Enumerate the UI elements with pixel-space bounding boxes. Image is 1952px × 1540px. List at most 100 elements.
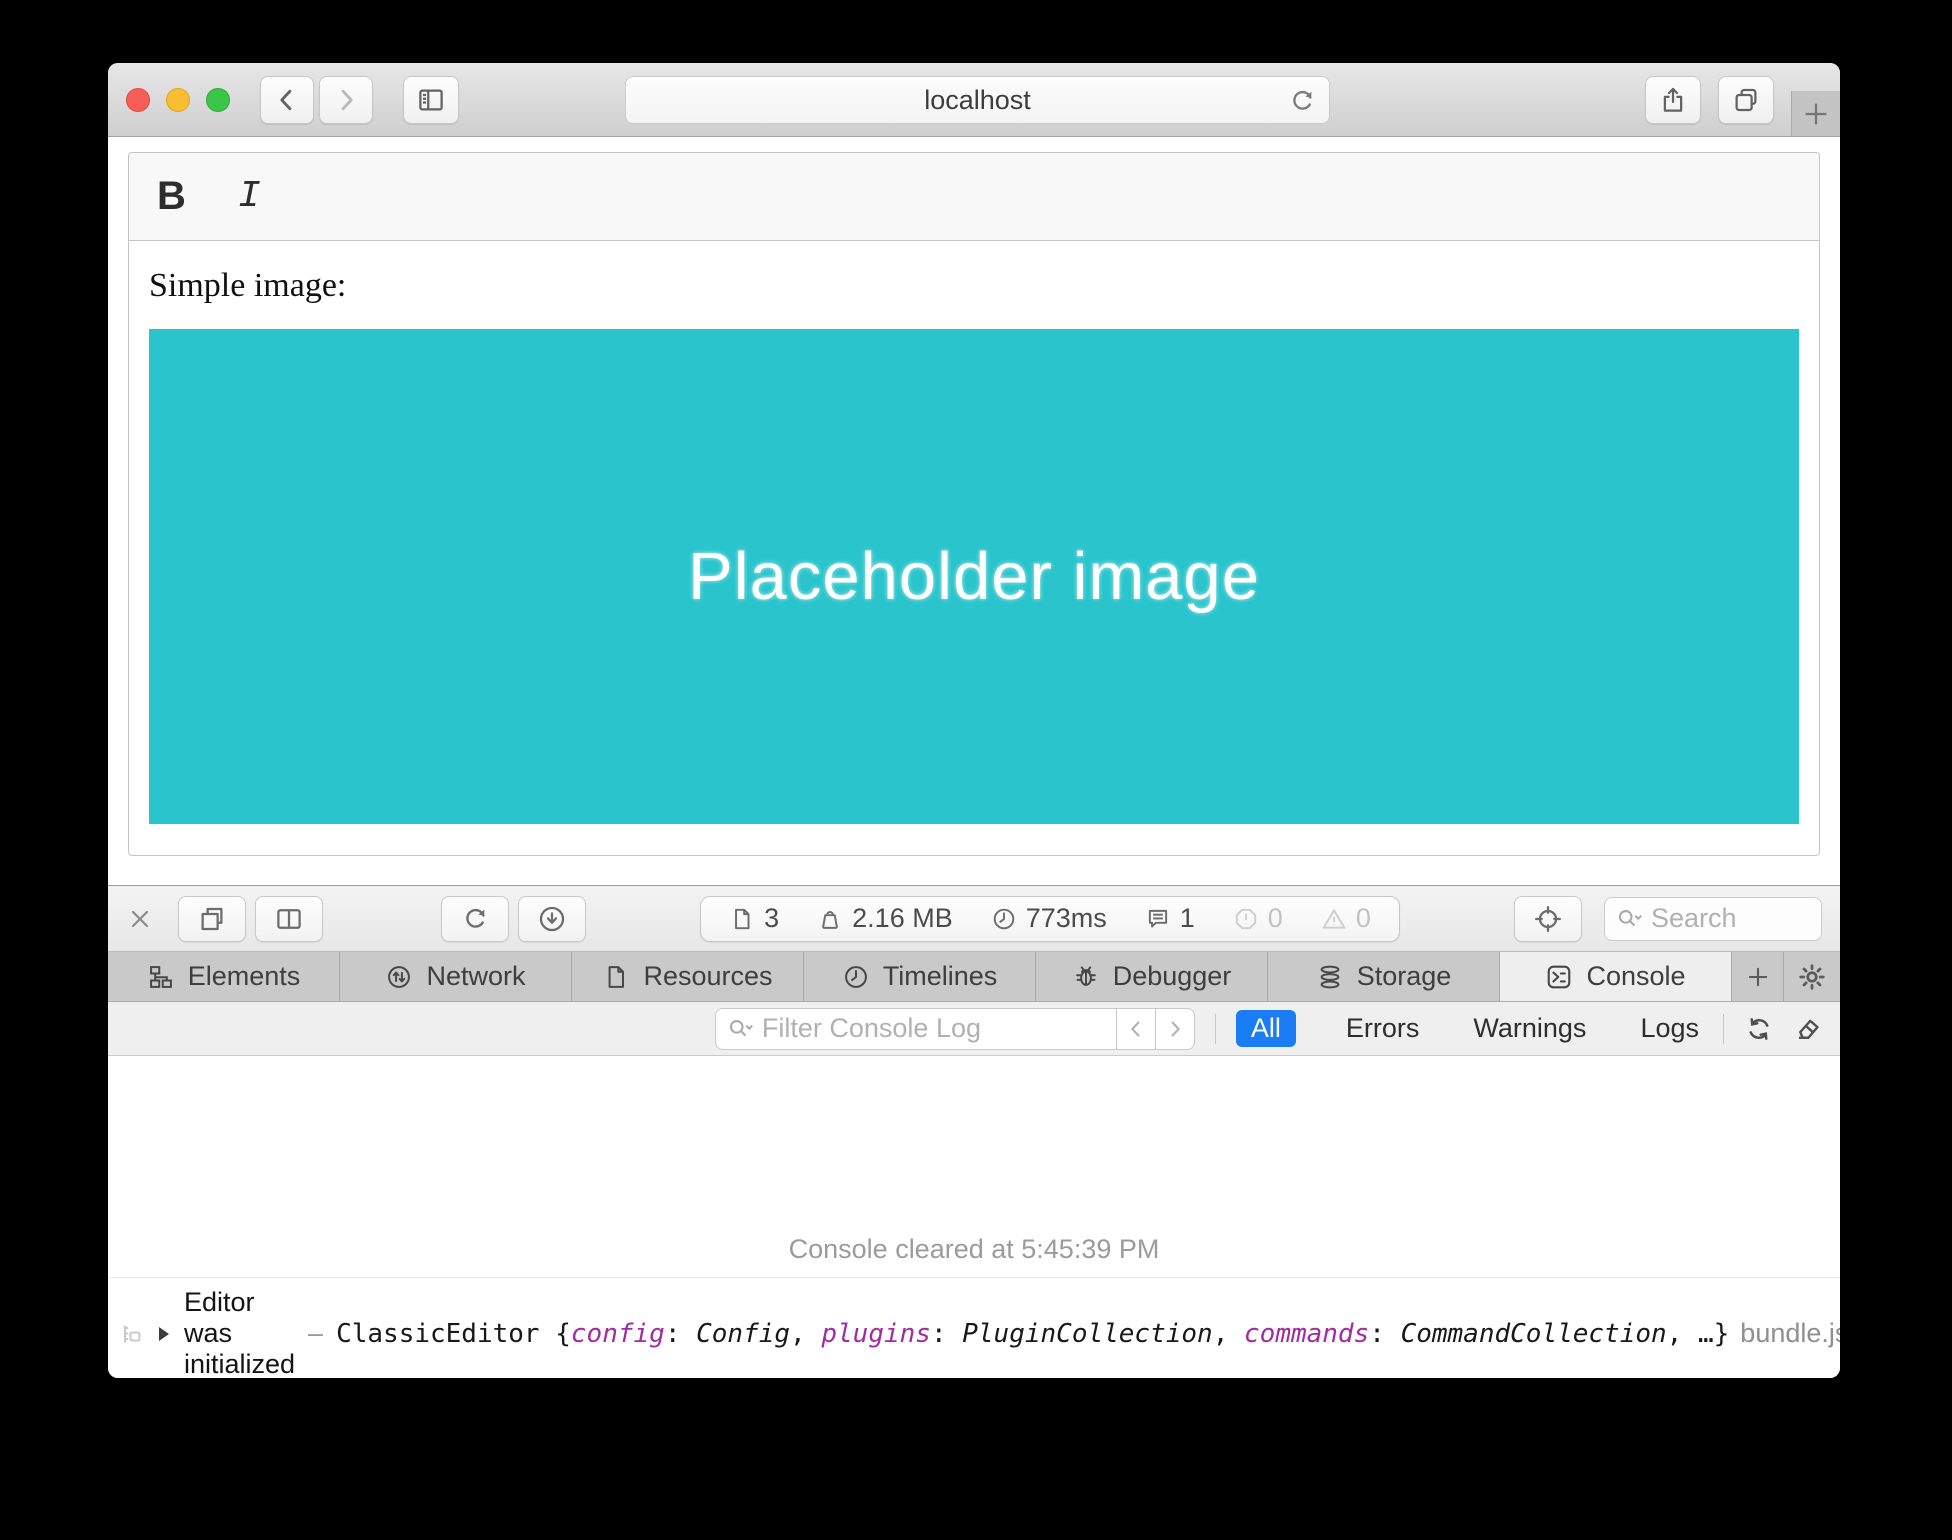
history-nav [260, 76, 373, 124]
crosshair-icon [1533, 904, 1563, 934]
dock-side-button[interactable] [255, 896, 323, 942]
editor-toolbar: B I [129, 153, 1819, 241]
stat-load-time: 773ms [991, 903, 1107, 934]
clear-console-icon[interactable] [1794, 1014, 1824, 1044]
console-action-icons [1744, 1014, 1824, 1044]
log-separator: – [308, 1318, 323, 1349]
placeholder-image-text: Placeholder image [688, 538, 1260, 615]
download-icon [537, 904, 567, 934]
console-filter-input[interactable] [762, 1013, 1116, 1044]
share-icon [1658, 85, 1688, 115]
resources-icon [602, 963, 630, 991]
chevron-left-icon [273, 86, 301, 114]
reload-page-button[interactable] [441, 896, 509, 942]
url-text: localhost [924, 85, 1031, 116]
stat-warning-count: 0 [1321, 903, 1371, 934]
network-icon [385, 963, 413, 991]
disclosure-triangle-icon[interactable] [155, 1324, 173, 1344]
close-devtools-icon[interactable] [126, 905, 154, 933]
tab-console[interactable]: Console [1500, 952, 1732, 1001]
scope-all[interactable]: All [1236, 1010, 1296, 1047]
sidebar-toggle-button[interactable] [403, 76, 459, 124]
debugger-icon [1072, 963, 1100, 991]
show-all-tabs-button[interactable] [1718, 76, 1774, 124]
stat-transfer-size: 2.16 MB [817, 903, 953, 934]
traffic-lights [126, 88, 230, 112]
log-source-link[interactable]: bundle.js:39326 [1740, 1318, 1840, 1349]
log-object-preview[interactable]: ClassicEditor {config: Config, plugins: … [336, 1318, 1729, 1349]
browser-viewport: B I Simple image: Placeholder image [108, 137, 1840, 886]
back-button[interactable] [260, 76, 314, 124]
editor-content[interactable]: Simple image: Placeholder image [129, 241, 1819, 855]
address-bar[interactable]: localhost [625, 76, 1330, 124]
timelines-icon [842, 963, 870, 991]
titlebar-right-buttons [1645, 76, 1774, 124]
console-filter-bar: All Errors Warnings Logs [108, 1002, 1840, 1056]
devtools-toolbar-right [1514, 896, 1822, 942]
clock-icon [991, 906, 1017, 932]
download-webarchive-button[interactable] [518, 896, 586, 942]
tab-storage[interactable]: Storage [1268, 952, 1500, 1001]
stat-log-count: 1 [1145, 903, 1195, 934]
find-previous-button[interactable] [1116, 1008, 1155, 1050]
tab-debugger[interactable]: Debugger [1036, 952, 1268, 1001]
console-icon [1545, 963, 1573, 991]
storage-icon [1316, 963, 1344, 991]
console-cleared-message: Console cleared at 5:45:39 PM [108, 1224, 1840, 1278]
elements-icon [147, 963, 175, 991]
add-tab-button[interactable] [1732, 952, 1784, 1001]
find-next-button[interactable] [1155, 1008, 1194, 1050]
weight-icon [817, 906, 843, 932]
divider [1723, 1014, 1724, 1044]
console-scope-buttons: All Errors Warnings Logs [1236, 1010, 1703, 1047]
resource-stats[interactable]: 3 2.16 MB 773ms 1 [700, 896, 1400, 942]
divider [1215, 1014, 1216, 1044]
console-output[interactable]: Console cleared at 5:45:39 PM Editor was… [108, 1056, 1840, 1378]
plus-icon [1744, 963, 1772, 991]
search-icon [1615, 906, 1645, 932]
warning-triangle-icon [1321, 906, 1347, 932]
editor-paragraph: Simple image: [149, 267, 1799, 305]
console-filter-field[interactable] [715, 1008, 1195, 1050]
forward-button[interactable] [319, 76, 373, 124]
bold-button[interactable]: B [157, 174, 186, 219]
stat-resources: 3 [729, 903, 779, 934]
share-button[interactable] [1645, 76, 1701, 124]
search-input[interactable] [1651, 903, 1781, 934]
search-icon [726, 1016, 756, 1042]
console-log-row[interactable]: Editor was initialized – ClassicEditor {… [108, 1278, 1840, 1378]
close-window-button[interactable] [126, 88, 150, 112]
new-tab-button[interactable] [1791, 91, 1840, 136]
console-empty-space [108, 1056, 1840, 1224]
reload-icon[interactable] [1287, 86, 1317, 116]
plus-icon [1801, 99, 1831, 129]
two-windows-icon [197, 904, 227, 934]
scope-warnings[interactable]: Warnings [1469, 1010, 1590, 1047]
devtools-settings-button[interactable] [1784, 952, 1840, 1001]
page-controls [441, 896, 586, 942]
zoom-window-button[interactable] [206, 88, 230, 112]
devtools-tab-bar: Elements Network Resources Timelines Deb… [108, 952, 1840, 1002]
scope-errors[interactable]: Errors [1342, 1010, 1424, 1047]
italic-button[interactable]: I [238, 175, 261, 218]
minimize-window-button[interactable] [166, 88, 190, 112]
scope-logs[interactable]: Logs [1636, 1010, 1703, 1047]
split-pane-icon [274, 904, 304, 934]
undock-devtools-button[interactable] [178, 896, 246, 942]
log-message: Editor was initialized [184, 1287, 295, 1378]
placeholder-image[interactable]: Placeholder image [149, 329, 1799, 824]
tabs-overview-icon [1731, 85, 1761, 115]
tab-elements[interactable]: Elements [108, 952, 340, 1001]
document-icon [729, 906, 755, 932]
devtools-search-field[interactable] [1604, 897, 1822, 941]
tab-resources[interactable]: Resources [572, 952, 804, 1001]
tab-timelines[interactable]: Timelines [804, 952, 1036, 1001]
inspect-element-button[interactable] [1514, 896, 1582, 942]
browser-titlebar: localhost [108, 63, 1840, 137]
safari-window: localhost B [108, 63, 1840, 1378]
devtools-toolbar: 3 2.16 MB 773ms 1 [108, 886, 1840, 952]
gear-icon [1797, 962, 1827, 992]
reload-icon [460, 904, 490, 934]
preserve-log-icon[interactable] [1744, 1014, 1774, 1044]
tab-network[interactable]: Network [340, 952, 572, 1001]
